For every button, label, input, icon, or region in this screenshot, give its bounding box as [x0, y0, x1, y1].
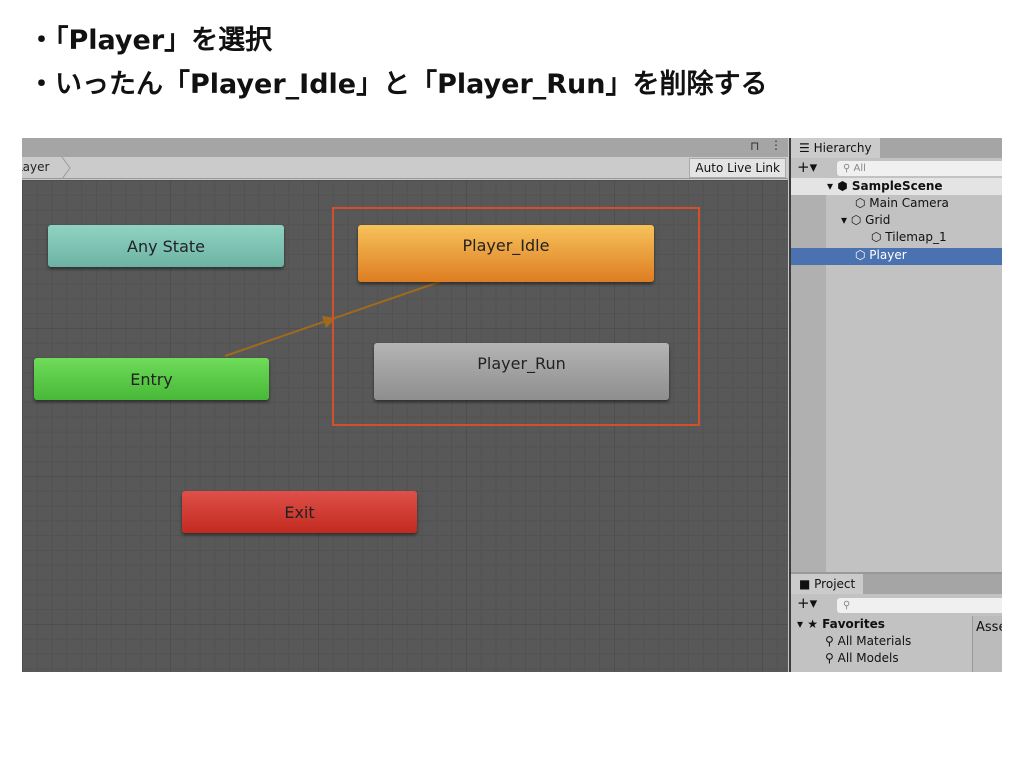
hierarchy-item[interactable]: ▾ ⬡ Grid [841, 213, 890, 227]
animator-window: ⊓ ⋮ Layer Auto Live Link Any State Playe… [22, 138, 788, 672]
hierarchy-item-scene[interactable]: ▾ ⬢ SampleScene [827, 179, 943, 193]
selection-highlight [332, 207, 700, 426]
hierarchy-item-player-selected[interactable]: ⬡ Player [855, 248, 907, 262]
assets-header[interactable]: Asse [976, 620, 1002, 635]
hierarchy-item[interactable]: ⬡ Tilemap_1 [871, 230, 947, 244]
instruction-1: ・「Player」を選択 [28, 25, 273, 56]
state-entry[interactable]: Entry [34, 358, 269, 400]
state-any-state[interactable]: Any State [48, 225, 284, 267]
add-button[interactable]: +▾ [797, 158, 817, 176]
tab-hierarchy[interactable]: ☰ Hierarchy [791, 138, 880, 158]
search-icon: ⚲ [843, 163, 854, 174]
folder-icon: ■ [799, 577, 815, 591]
tab-project[interactable]: ■ Project [791, 574, 864, 594]
list-icon: ☰ [799, 141, 814, 155]
search-icon: ⚲ [843, 600, 851, 611]
hierarchy-item[interactable]: ⬡ Main Camera [855, 196, 949, 210]
hierarchy-search[interactable]: ⚲ All [837, 161, 1002, 176]
instruction-2: ・いったん「Player_Idle」と「Player_Run」を削除する [28, 69, 768, 100]
project-search[interactable]: ⚲ [837, 598, 1002, 613]
side-panels: ☰ Hierarchy +▾ ⚲ All ▾ ⬢ SampleScene ⬡ M… [789, 138, 1002, 672]
favorite-item[interactable]: ⚲ All Materials [825, 634, 911, 648]
favorite-item[interactable]: ⚲ All Models [825, 651, 899, 665]
project-add-button[interactable]: +▾ [797, 594, 817, 612]
unity-screenshot: ⊓ ⋮ Layer Auto Live Link Any State Playe… [22, 138, 1002, 672]
state-exit[interactable]: Exit [182, 491, 417, 533]
favorites-folder[interactable]: ▾ ★ Favorites [797, 617, 885, 631]
